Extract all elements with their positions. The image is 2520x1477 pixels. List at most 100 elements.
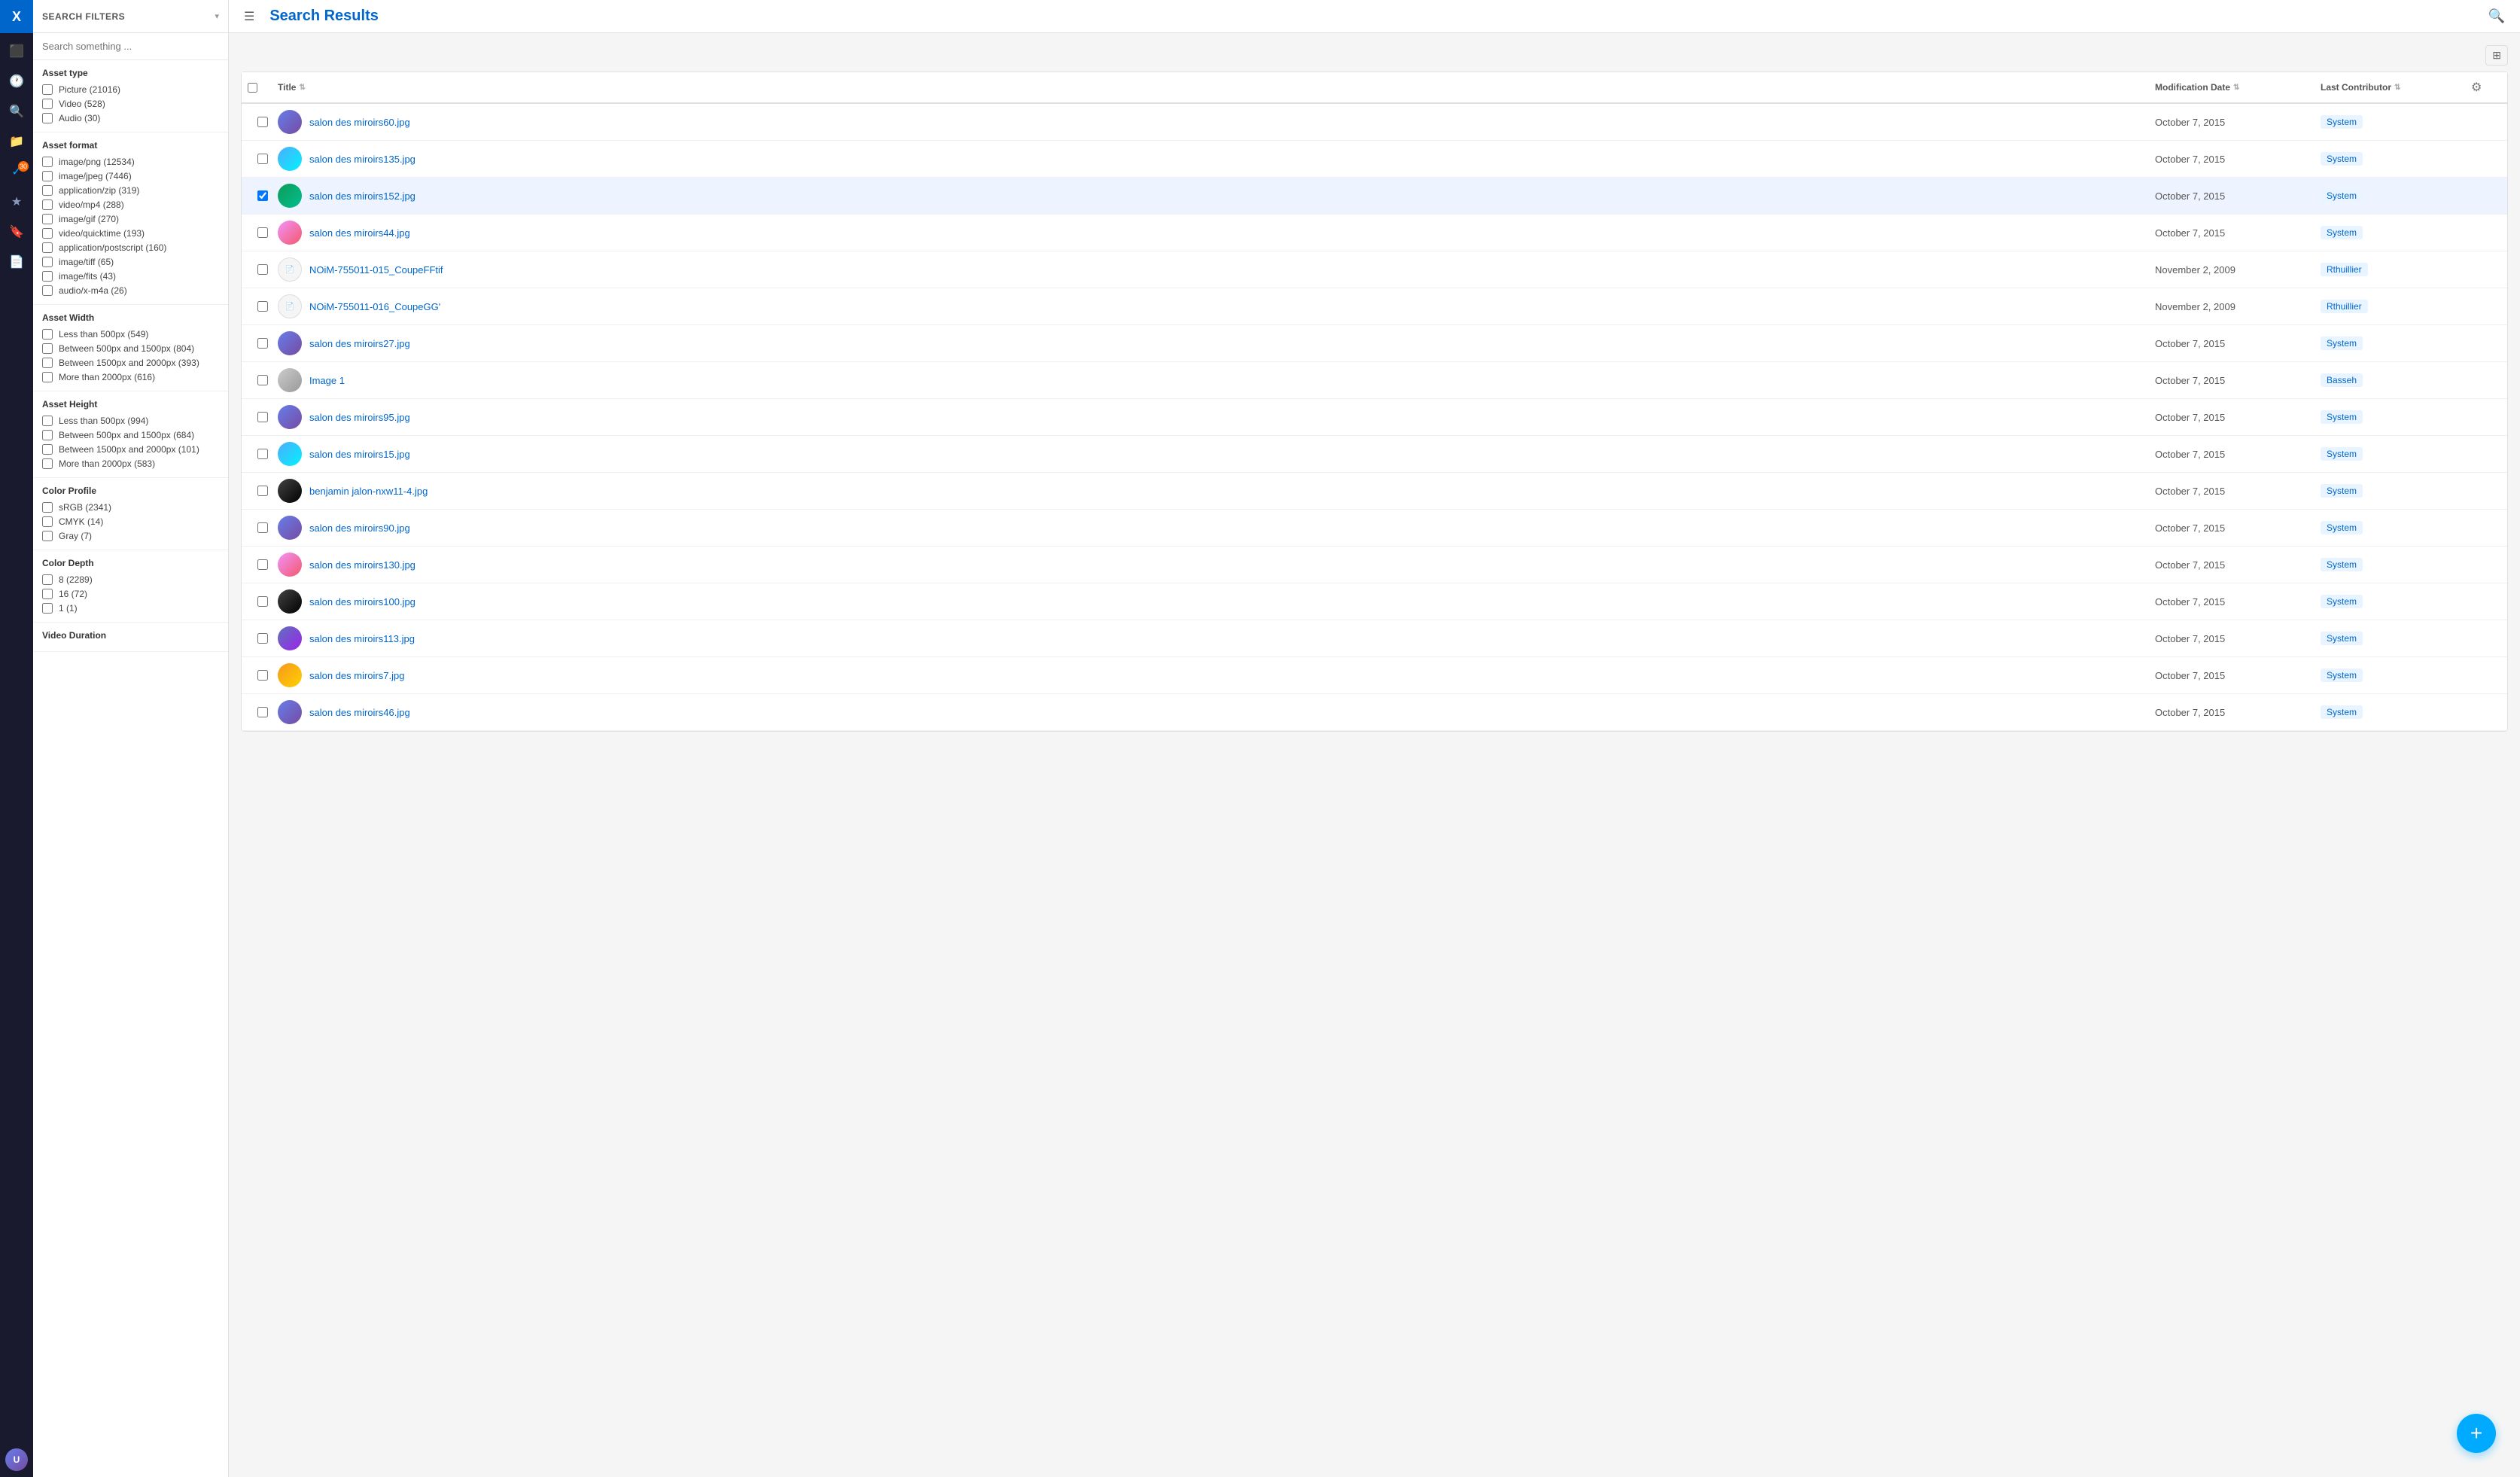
filter-label-video[interactable]: Video (528) (59, 99, 105, 109)
table-row[interactable]: 📄 NOiM-755011-016_CoupeGG' November 2, 2… (242, 288, 2507, 325)
filter-checkbox-gray[interactable] (42, 531, 53, 541)
nav-favorites[interactable]: ★ (0, 187, 33, 217)
row-checkbox-input-6[interactable] (257, 301, 268, 312)
table-row[interactable]: salon des miroirs15.jpg October 7, 2015 … (242, 436, 2507, 473)
row-checkbox-input-4[interactable] (257, 227, 268, 238)
row-checkbox-input-14[interactable] (257, 596, 268, 607)
asset-name-8[interactable]: Image 1 (309, 375, 345, 386)
contributor-badge-4[interactable]: System (2321, 226, 2363, 239)
table-row[interactable]: salon des miroirs27.jpg October 7, 2015 … (242, 325, 2507, 362)
nav-documents[interactable]: 📄 (0, 247, 33, 277)
table-row[interactable]: Image 1 October 7, 2015 Basseh (242, 362, 2507, 399)
title-sort-icon[interactable]: ⇅ (299, 84, 305, 92)
asset-name-11[interactable]: benjamin jalon-nxw11-4.jpg (309, 486, 428, 497)
contributor-badge-13[interactable]: System (2321, 558, 2363, 571)
table-row[interactable]: salon des miroirs60.jpg October 7, 2015 … (242, 104, 2507, 141)
nav-bookmarks[interactable]: 🔖 (0, 217, 33, 247)
select-all-checkbox[interactable] (248, 83, 257, 93)
grid-toggle-button[interactable]: ⊞ (2485, 45, 2508, 65)
table-row[interactable]: salon des miroirs46.jpg October 7, 2015 … (242, 694, 2507, 731)
contributor-badge-16[interactable]: System (2321, 668, 2363, 682)
table-row[interactable]: benjamin jalon-nxw11-4.jpg October 7, 20… (242, 473, 2507, 510)
contributor-badge-15[interactable]: System (2321, 632, 2363, 645)
filter-checkbox-png[interactable] (42, 157, 53, 167)
filter-checkbox-tiff[interactable] (42, 257, 53, 267)
filter-checkbox-gt2000w[interactable] (42, 372, 53, 382)
asset-name-7[interactable]: salon des miroirs27.jpg (309, 338, 410, 349)
filter-checkbox-gt2000h[interactable] (42, 458, 53, 469)
asset-name-5[interactable]: NOiM-755011-015_CoupeFFtif (309, 264, 443, 276)
column-settings-button[interactable]: ⚙ (2471, 80, 2482, 95)
table-row[interactable]: 📄 NOiM-755011-015_CoupeFFtif November 2,… (242, 251, 2507, 288)
asset-name-13[interactable]: salon des miroirs130.jpg (309, 559, 415, 571)
fab-add-button[interactable]: + (2457, 1414, 2496, 1453)
asset-name-3[interactable]: salon des miroirs152.jpg (309, 190, 415, 202)
user-avatar[interactable]: U (5, 1448, 28, 1471)
table-row[interactable]: salon des miroirs100.jpg October 7, 2015… (242, 583, 2507, 620)
search-button[interactable]: 🔍 (2485, 5, 2508, 27)
nav-search[interactable]: 🔍 (0, 96, 33, 126)
asset-name-1[interactable]: salon des miroirs60.jpg (309, 117, 410, 128)
contributor-badge-8[interactable]: Basseh (2321, 373, 2363, 387)
table-row[interactable]: salon des miroirs135.jpg October 7, 2015… (242, 141, 2507, 178)
filter-checkbox-cmyk[interactable] (42, 516, 53, 527)
filter-checkbox-depth-1[interactable] (42, 603, 53, 614)
table-row[interactable]: salon des miroirs130.jpg October 7, 2015… (242, 547, 2507, 583)
filter-checkbox-postscript[interactable] (42, 242, 53, 253)
filter-checkbox-picture[interactable] (42, 84, 53, 95)
filter-checkbox-1500-2000h[interactable] (42, 444, 53, 455)
filter-checkbox-fits[interactable] (42, 271, 53, 282)
contributor-badge-3[interactable]: System (2321, 189, 2363, 203)
filter-checkbox-gif[interactable] (42, 214, 53, 224)
contributor-badge-10[interactable]: System (2321, 447, 2363, 461)
contributor-badge-6[interactable]: Rthuillier (2321, 300, 2368, 313)
full-text-search-input[interactable] (42, 41, 219, 52)
filter-checkbox-quicktime[interactable] (42, 228, 53, 239)
nav-tasks[interactable]: ✓ 30 (0, 157, 33, 187)
filter-checkbox-m4a[interactable] (42, 285, 53, 296)
filter-checkbox-1500-2000w[interactable] (42, 358, 53, 368)
contributor-badge-14[interactable]: System (2321, 595, 2363, 608)
row-checkbox-input-13[interactable] (257, 559, 268, 570)
column-header-last-contributor[interactable]: Last Contributor ⇅ (2321, 82, 2471, 93)
filter-checkbox-srgb[interactable] (42, 502, 53, 513)
hamburger-button[interactable]: ☰ (241, 6, 257, 27)
table-row[interactable]: salon des miroirs113.jpg October 7, 2015… (242, 620, 2507, 657)
date-sort-icon[interactable]: ⇅ (2233, 84, 2239, 92)
asset-name-14[interactable]: salon des miroirs100.jpg (309, 596, 415, 608)
row-checkbox-input-5[interactable] (257, 264, 268, 275)
contributor-badge-11[interactable]: System (2321, 484, 2363, 498)
table-row[interactable]: salon des miroirs7.jpg October 7, 2015 S… (242, 657, 2507, 694)
asset-name-9[interactable]: salon des miroirs95.jpg (309, 412, 410, 423)
filter-checkbox-zip[interactable] (42, 185, 53, 196)
row-checkbox-input-7[interactable] (257, 338, 268, 349)
row-checkbox-input-1[interactable] (257, 117, 268, 127)
filter-checkbox-depth-16[interactable] (42, 589, 53, 599)
nav-home[interactable]: ⬛ (0, 36, 33, 66)
column-header-modification-date[interactable]: Modification Date ⇅ (2155, 82, 2321, 93)
asset-name-6[interactable]: NOiM-755011-016_CoupeGG' (309, 301, 440, 312)
nav-recent[interactable]: 🕐 (0, 66, 33, 96)
nav-assets[interactable]: 📁 (0, 126, 33, 157)
row-checkbox-input-9[interactable] (257, 412, 268, 422)
contributor-badge-17[interactable]: System (2321, 705, 2363, 719)
asset-name-17[interactable]: salon des miroirs46.jpg (309, 707, 410, 718)
row-checkbox-input-16[interactable] (257, 670, 268, 681)
app-logo[interactable]: X (0, 0, 33, 33)
row-checkbox-input-10[interactable] (257, 449, 268, 459)
row-checkbox-input-3[interactable] (257, 190, 268, 201)
filter-checkbox-lt500h[interactable] (42, 416, 53, 426)
contributor-badge-2[interactable]: System (2321, 152, 2363, 166)
filter-checkbox-500-1500h[interactable] (42, 430, 53, 440)
asset-name-15[interactable]: salon des miroirs113.jpg (309, 633, 415, 644)
filter-checkbox-depth-8[interactable] (42, 574, 53, 585)
asset-name-16[interactable]: salon des miroirs7.jpg (309, 670, 404, 681)
row-checkbox-input-8[interactable] (257, 375, 268, 385)
contributor-badge-1[interactable]: System (2321, 115, 2363, 129)
dropdown-arrow-icon[interactable]: ▾ (215, 11, 219, 21)
filter-checkbox-jpeg[interactable] (42, 171, 53, 181)
row-checkbox-input-12[interactable] (257, 522, 268, 533)
filter-checkbox-audio[interactable] (42, 113, 53, 123)
asset-name-10[interactable]: salon des miroirs15.jpg (309, 449, 410, 460)
asset-name-12[interactable]: salon des miroirs90.jpg (309, 522, 410, 534)
